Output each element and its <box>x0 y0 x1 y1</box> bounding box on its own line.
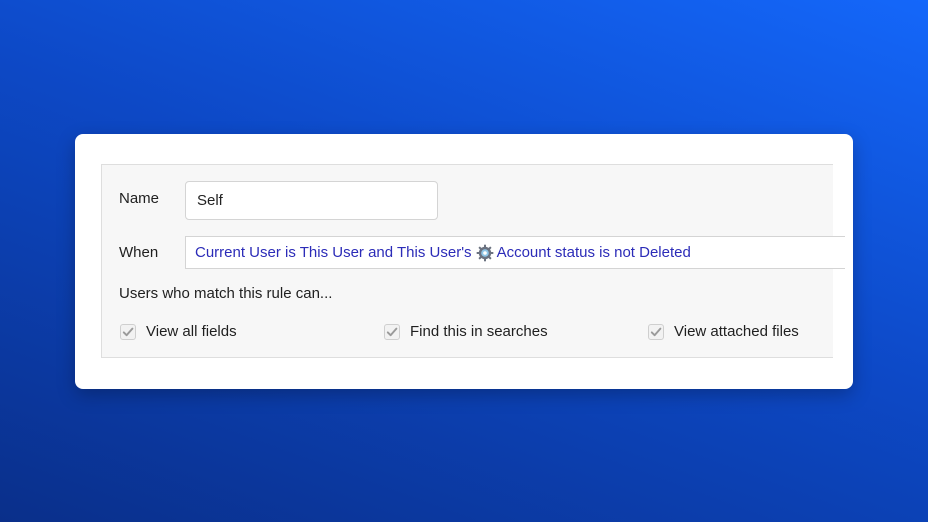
permission-find-in-searches[interactable]: Find this in searches <box>384 323 548 340</box>
check-icon <box>386 327 398 336</box>
permission-view-attached-files[interactable]: View attached files <box>648 323 799 340</box>
checkbox-view-attached-files[interactable] <box>648 323 664 340</box>
check-icon <box>650 327 662 336</box>
permission-label: Find this in searches <box>410 323 548 340</box>
checkbox-view-all-fields[interactable] <box>120 323 136 340</box>
permissions-intro-text: Users who match this rule can... <box>119 285 333 302</box>
rule-panel: Name Self When Current User is This User… <box>101 164 845 358</box>
rule-name-value: Self <box>197 192 223 209</box>
permission-view-all-fields[interactable]: View all fields <box>120 323 237 340</box>
condition-text-part1: Current User is This User and This User'… <box>195 244 472 261</box>
check-icon <box>122 327 134 336</box>
privacy-rule-card: Name Self When Current User is This User… <box>75 134 853 389</box>
when-label: When <box>119 244 159 261</box>
checkbox-find-in-searches[interactable] <box>384 323 400 340</box>
condition-expression[interactable]: Current User is This User and This User'… <box>185 236 845 269</box>
rule-name-input[interactable]: Self <box>185 181 438 220</box>
name-label: Name <box>119 190 160 207</box>
permission-label: View attached files <box>674 323 799 340</box>
gear-icon <box>476 244 494 262</box>
permission-label: View all fields <box>146 323 237 340</box>
condition-text-part2: Account status is not Deleted <box>496 244 691 261</box>
